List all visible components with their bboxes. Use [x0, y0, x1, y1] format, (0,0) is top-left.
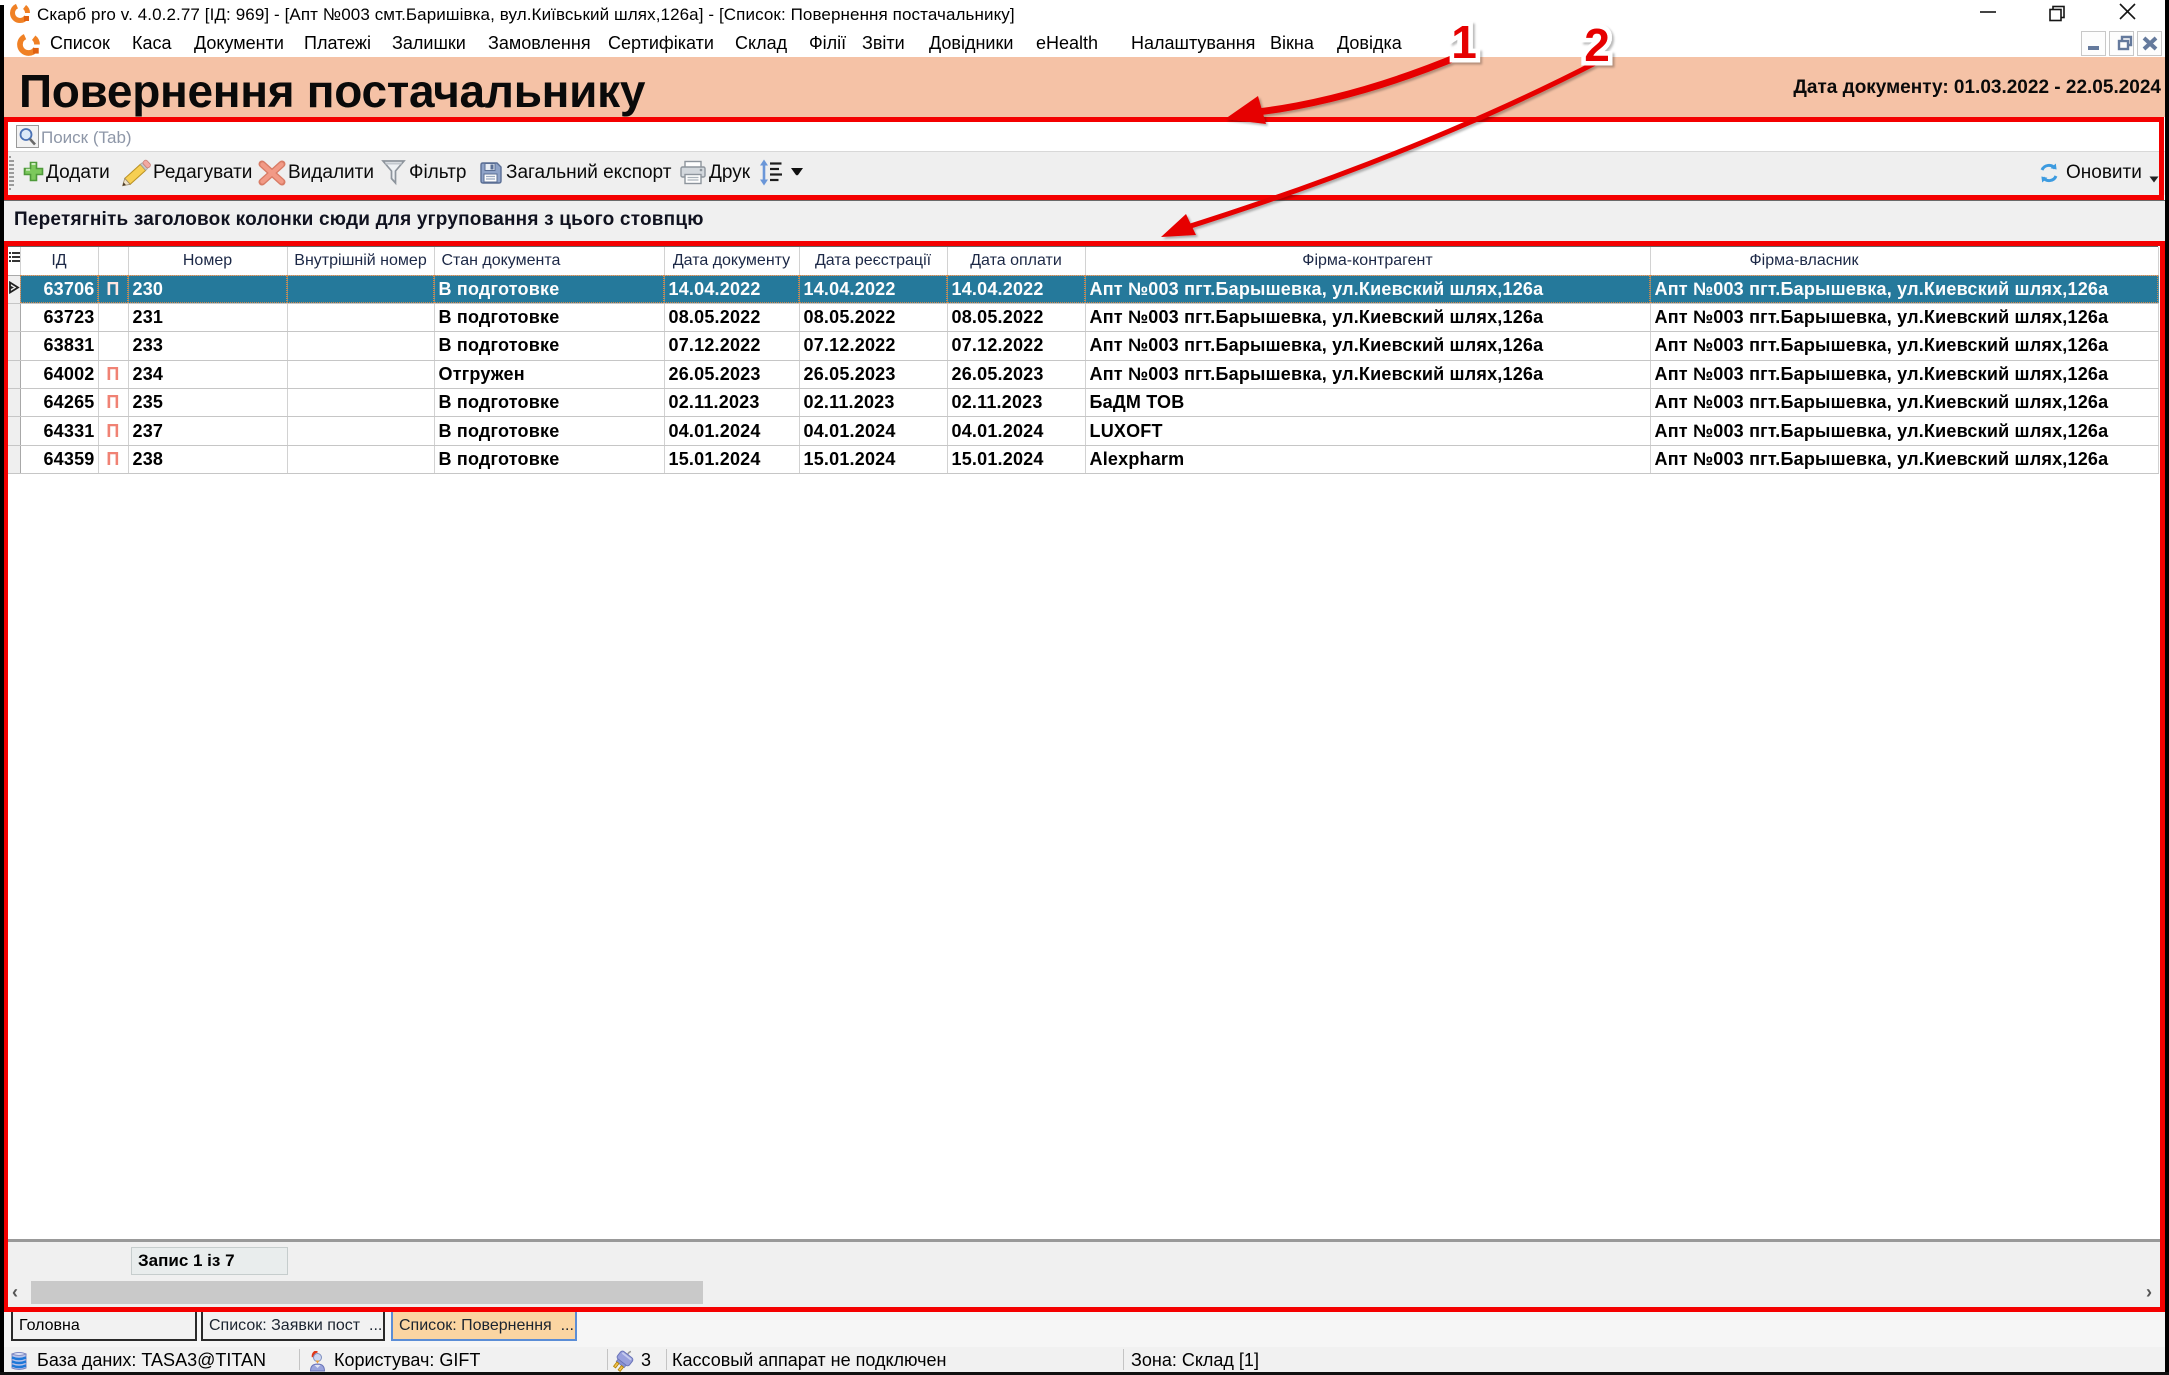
- svg-text:2: 2: [1584, 19, 1610, 71]
- svg-text:1: 1: [1451, 16, 1477, 68]
